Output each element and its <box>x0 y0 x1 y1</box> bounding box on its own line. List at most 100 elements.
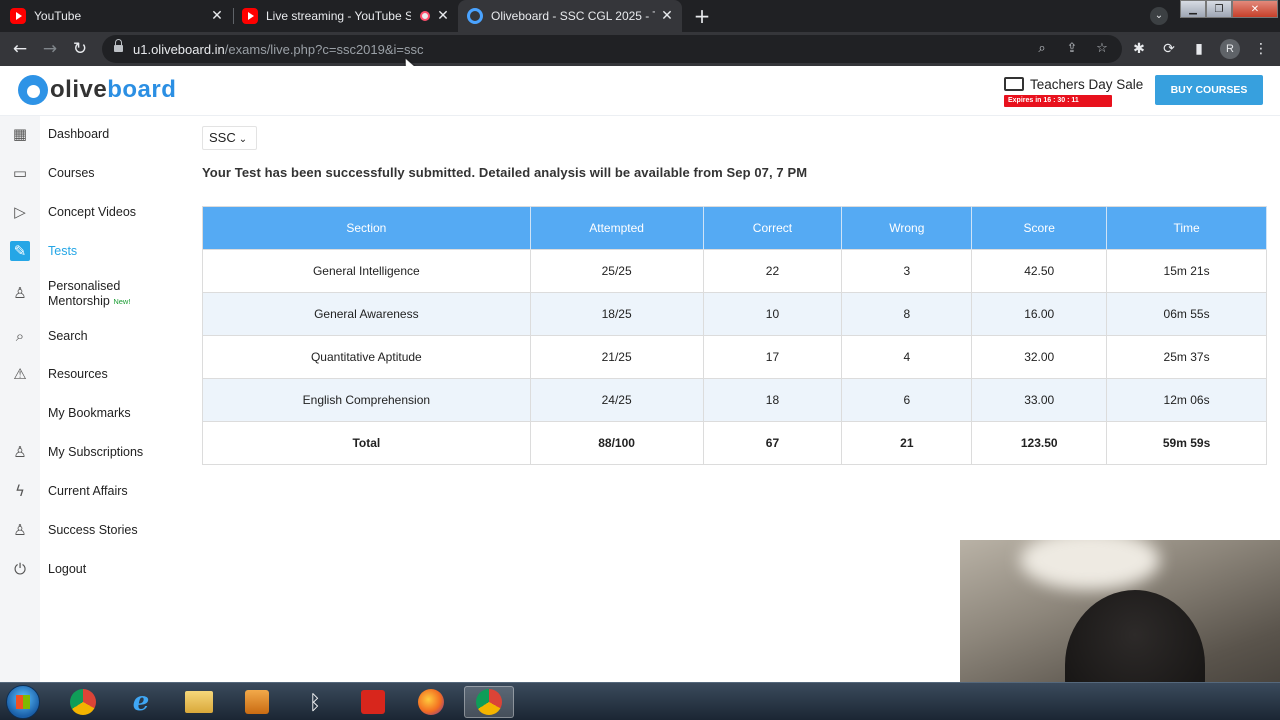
sync-icon[interactable]: ⟳ <box>1160 40 1178 58</box>
table-cell: 06m 55s <box>1106 292 1267 336</box>
column-header: Section <box>202 206 531 250</box>
sidebar-item-mentorship[interactable]: ♙ Personalised Mentorship New! <box>0 278 190 308</box>
sidebar-item-courses[interactable]: ▭ Courses <box>0 158 190 188</box>
webcam-light <box>1020 540 1160 590</box>
side-panel-icon[interactable]: ▮ <box>1190 40 1208 58</box>
recording-icon <box>420 11 430 21</box>
table-cell: 21 <box>841 421 973 465</box>
table-cell: 33.00 <box>971 378 1108 422</box>
windows-taskbar: e ᛒ <box>0 682 1280 720</box>
table-cell: 15m 21s <box>1106 249 1267 293</box>
sidebar-item-bookmarks[interactable]: My Bookmarks <box>0 398 190 428</box>
start-button[interactable] <box>6 685 40 719</box>
table-row: Quantitative Aptitude 21/25 17 4 32.00 2… <box>202 335 1267 379</box>
table-cell: 3 <box>841 249 973 293</box>
minimize-icon[interactable]: ▁ <box>1180 0 1206 18</box>
table-cell: 18/25 <box>530 292 704 336</box>
table-row: English Comprehension 24/25 18 6 33.00 1… <box>202 378 1267 422</box>
table-cell: General Awareness <box>202 292 531 336</box>
sidebar-item-concept-videos[interactable]: ▷ Concept Videos <box>0 197 190 227</box>
monitor-icon: ▭ <box>12 164 28 182</box>
sidebar-item-tests[interactable]: ✎ Tests <box>0 236 190 266</box>
chrome-profile-icon[interactable] <box>464 686 514 718</box>
sidebar-item-label: Success Stories <box>48 523 138 537</box>
sidebar-item-success-stories[interactable]: ♙ Success Stories <box>0 515 190 545</box>
new-badge: New! <box>113 297 131 306</box>
close-window-icon[interactable]: ✕ <box>1232 0 1278 18</box>
column-header: Wrong <box>841 206 973 250</box>
sidebar-item-label: Concept Videos <box>48 205 137 219</box>
sidebar-item-label: Resources <box>48 367 108 381</box>
logo-text: oliveboard <box>50 76 177 103</box>
chrome-icon[interactable] <box>58 686 108 718</box>
youtube-icon <box>242 8 258 24</box>
tab-title: Oliveboard - SSC CGL 2025 - Tier <box>491 9 655 23</box>
dashboard-grid-icon: ▦ <box>12 125 28 143</box>
table-row: General Intelligence 25/25 22 3 42.50 15… <box>202 249 1267 293</box>
forward-icon[interactable]: → <box>39 38 61 60</box>
file-explorer-icon[interactable] <box>174 686 224 718</box>
table-cell: 10 <box>703 292 843 336</box>
sale-banner[interactable]: Teachers Day Sale Expires in 16 : 30 : 1… <box>1004 75 1144 109</box>
acrobat-icon[interactable] <box>348 686 398 718</box>
lock-icon <box>114 39 123 54</box>
windows-logo-icon <box>16 695 30 709</box>
media-player-icon[interactable] <box>232 686 282 718</box>
search-icon: ⌕ <box>15 327 25 345</box>
share-icon[interactable]: ⇪ <box>1064 41 1080 57</box>
sidebar-item-subscriptions[interactable]: ♙ My Subscriptions <box>0 437 190 467</box>
sidebar-item-label: Courses <box>48 166 95 180</box>
url-text[interactable]: u1.oliveboard.in/exams/live.php?c=ssc201… <box>133 42 424 57</box>
tab-search-icon[interactable]: ⌄ <box>1150 7 1168 25</box>
browser-tab-strip: YouTube ✕ Live streaming - YouTube Stu ✕… <box>0 0 1280 32</box>
maximize-icon[interactable]: ❐ <box>1206 0 1232 18</box>
profile-avatar[interactable]: R <box>1220 39 1240 59</box>
table-header-row: Section Attempted Correct Wrong Score Ti… <box>202 206 1267 250</box>
video-icon: ▷ <box>14 203 26 221</box>
close-tab-icon[interactable]: ✕ <box>660 9 674 23</box>
oliveboard-logo[interactable]: oliveboard <box>18 75 176 105</box>
tab-youtube[interactable]: YouTube ✕ <box>10 0 232 32</box>
table-cell: 24/25 <box>530 378 704 422</box>
back-icon[interactable]: ← <box>9 38 31 60</box>
tab-separator <box>233 8 234 24</box>
table-cell: 25/25 <box>530 249 704 293</box>
sidebar-item-current-affairs[interactable]: ϟ Current Affairs <box>0 476 190 506</box>
table-cell: General Intelligence <box>202 249 531 293</box>
reload-icon[interactable]: ↻ <box>69 38 91 60</box>
sidebar-item-resources[interactable]: ⚠ Resources <box>0 359 190 389</box>
close-tab-icon[interactable]: ✕ <box>210 9 224 23</box>
menu-kebab-icon[interactable]: ⋮ <box>1252 40 1270 58</box>
column-header: Score <box>971 206 1108 250</box>
sidebar-item-dashboard[interactable]: ▦ Dashboard <box>0 119 190 149</box>
new-tab-icon[interactable]: + <box>692 6 712 26</box>
close-tab-icon[interactable]: ✕ <box>436 9 450 23</box>
table-total-row: Total 88/100 67 21 123.50 59m 59s <box>202 421 1267 465</box>
pencil-icon: ✎ <box>10 241 30 261</box>
chevron-down-icon: ⌄ <box>238 134 248 145</box>
tab-oliveboard[interactable]: Oliveboard - SSC CGL 2025 - Tier ✕ <box>458 0 682 32</box>
sidebar-item-label: Tests <box>48 244 78 258</box>
table-cell: 67 <box>703 421 843 465</box>
sidebar-item-label: Search <box>48 329 88 343</box>
sale-title: Teachers Day Sale <box>1030 77 1144 92</box>
firefox-icon[interactable] <box>406 686 456 718</box>
address-bar[interactable]: u1.oliveboard.in/exams/live.php?c=ssc201… <box>102 35 1122 63</box>
bookmark-star-icon[interactable]: ☆ <box>1094 41 1110 57</box>
tab-title: Live streaming - YouTube Stu <box>266 9 411 23</box>
internet-explorer-icon[interactable]: e <box>116 686 166 718</box>
zoom-icon[interactable]: ⌕ <box>1034 41 1050 57</box>
sidebar-item-search[interactable]: ⌕ Search <box>0 321 190 351</box>
site-header: oliveboard Teachers Day Sale Expires in … <box>0 66 1280 116</box>
table-cell: 8 <box>841 292 973 336</box>
table-cell: English Comprehension <box>202 378 531 422</box>
bluetooth-icon[interactable]: ᛒ <box>290 686 340 718</box>
extensions-icon[interactable]: ✱ <box>1130 40 1148 58</box>
exam-category-select[interactable]: SSC ⌄ <box>202 126 257 150</box>
tab-title: YouTube <box>34 9 82 23</box>
tab-live-streaming[interactable]: Live streaming - YouTube Stu ✕ <box>242 0 458 32</box>
sidebar-item-logout[interactable]: ⏻ Logout <box>0 554 190 584</box>
buy-courses-button[interactable]: BUY COURSES <box>1155 75 1263 105</box>
submission-message: Your Test has been successfully submitte… <box>202 165 808 180</box>
sidebar-item-label: Personalised Mentorship New! <box>48 279 131 308</box>
